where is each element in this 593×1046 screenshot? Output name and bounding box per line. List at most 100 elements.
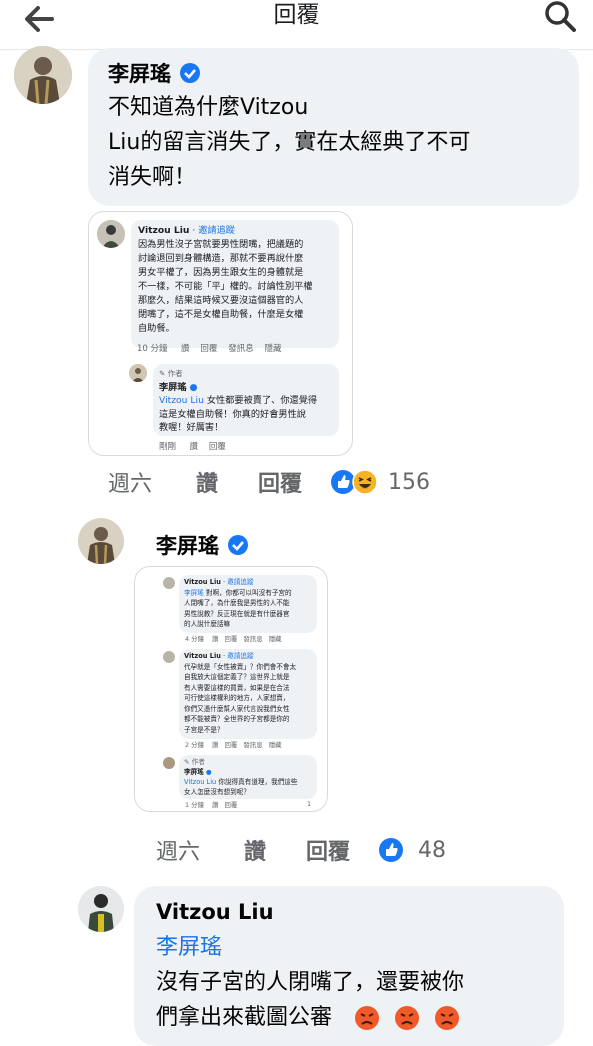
comment-line: 沒有子宮的人閉嘴了，還要被你 (156, 970, 465, 995)
comment-image[interactable]: Vitzou Liu · 邀請追蹤 因為男性沒子宮就要男性閉嘴，把議題的 討論退… (88, 211, 353, 456)
author-name[interactable]: 李屏瑤 (108, 58, 171, 88)
search-icon (545, 1, 576, 32)
like-button[interactable]: 讚 (196, 466, 258, 498)
mini-like: 讚 (189, 442, 199, 452)
mini-hide: 隱藏 (268, 741, 282, 749)
search-button[interactable] (543, 0, 583, 36)
comment-actions: 週六 讚 回覆 156 (108, 466, 430, 498)
author-badge-label: 作者 (191, 758, 205, 766)
comment-bubble: Vitzou Liu 李屏瑤 沒有子宮的人閉嘴了，還要被你 們拿出來截圖公審 (134, 886, 564, 1046)
comment-line: 消失啊！ (108, 165, 197, 190)
mini-line: 對啊，你都可以叫沒有子宮的 (205, 588, 292, 597)
mini-author: Vitzou Liu (184, 578, 221, 586)
author-badge: ✎ 作者 (184, 758, 205, 766)
mini-line: 因為男性沒子宮就要男性閉嘴，把議題的 (138, 239, 304, 250)
mini-comment-bubble: Vitzou Liu · 邀請追蹤 代孕就是「女性被賣」？你們會不會太 自我放大… (179, 649, 317, 739)
mention-link: 李屏瑤 (184, 588, 204, 597)
reaction-summary[interactable]: 48 (378, 837, 446, 863)
comment-bubble: 李屏瑤 不知道為什麼Vitzou Liu的留言消失了，實在太經典了不可 消失啊！ (88, 48, 579, 206)
laugh-reaction-icon (352, 469, 378, 495)
mini-comment-bubble: Vitzou Liu · 邀請追蹤 李屏瑤 對啊，你都可以叫沒有子宮的 人閉嘴了… (179, 575, 317, 633)
mention-link[interactable]: 李屏瑤 (156, 930, 464, 965)
mini-line: 都不能被賣？全世界的子宮都是你的 (184, 715, 290, 723)
mini-author: Vitzou Liu (138, 225, 190, 236)
avatar[interactable] (14, 46, 72, 104)
angry-emoji-icon (435, 1005, 460, 1030)
mini-time: 2 分鐘 (185, 741, 204, 749)
mini-line: 的人說什麼話嘛 (184, 620, 231, 628)
author-name[interactable]: Vitzou Liu (156, 900, 274, 924)
avatar (97, 220, 125, 248)
mini-line: 人閉嘴了，為什麼我是男性的人不能 (184, 599, 290, 607)
mention-link: Vitzou Liu (159, 395, 204, 406)
avatar (129, 364, 147, 382)
mini-reply: 回覆 (200, 344, 218, 354)
mini-reply-bubble: ✎ 作者 李屏瑤 ● Vitzou Liu 你說得真有道理，我們這些 女人怎麼沒… (179, 755, 317, 799)
mini-line: 不一樣，不可能「平」權的。討論性別平權 (138, 281, 313, 292)
mini-verified-icon: ● (205, 768, 212, 776)
mini-time: 4 分鐘 (185, 635, 204, 643)
avatar (163, 757, 175, 769)
mini-reply: 回覆 (224, 635, 238, 643)
verified-badge-icon (228, 535, 248, 555)
comment-author: 李屏瑤 (108, 58, 201, 88)
angry-emoji-icon (355, 1005, 380, 1030)
mini-line: 自我放大這個定義了？這世界上就是 (184, 673, 290, 681)
mini-line: 你們又憑什麼幫人家代言說我們女性 (184, 704, 290, 713)
page-title: 回覆 (273, 2, 320, 28)
comment-line-text: 們拿出來截圖公審 (156, 1005, 333, 1030)
comment-text: 李屏瑤 沒有子宮的人閉嘴了，還要被你 們拿出來截圖公審 (156, 930, 464, 1035)
mini-meta: 剛剛 讚 回覆 (159, 440, 226, 452)
mini-line: 那麼久，結果這時候又要沒這個器官的人 (138, 295, 304, 306)
reply-button[interactable]: 回覆 (306, 834, 378, 866)
comment-actions: 週六 讚 回覆 48 (156, 834, 446, 866)
mini-reply: 回覆 (224, 801, 238, 809)
reply-button[interactable]: 回覆 (258, 466, 330, 498)
mini-like: 讚 (212, 635, 219, 643)
mini-hide: 隱藏 (268, 635, 282, 643)
mini-line: 代孕就是「女性被賣」？你們會不會太 (184, 662, 297, 671)
verified-badge-icon (180, 63, 200, 83)
avatar (163, 651, 175, 663)
author-badge: ✎ 作者 (159, 369, 183, 378)
comment-line: 不知道為什麼Vitzou (108, 95, 309, 120)
comment-author: 李屏瑤 (156, 530, 249, 560)
author-name[interactable]: 李屏瑤 (156, 530, 219, 560)
mini-line: 你說得真有道理，我們這些 (218, 778, 298, 786)
comment-author: Vitzou Liu (156, 900, 274, 924)
comment-line: 們拿出來截圖公審 (156, 1000, 464, 1035)
mini-author: 李屏瑤 (159, 381, 187, 393)
mini-like: 讚 (181, 344, 190, 354)
invite-follow-link: 邀請追蹤 (198, 225, 235, 236)
like-reaction-icon (379, 838, 403, 862)
mini-line: 女人怎麼沒有想到呢？ (184, 788, 250, 796)
mini-like: 讚 (212, 801, 219, 809)
reaction-count: 48 (418, 837, 446, 863)
author-badge-label: 作者 (167, 369, 183, 378)
invite-follow-link: 邀請追蹤 (227, 578, 254, 586)
mini-line: 教喔！好厲害！ (159, 422, 224, 433)
mini-hide: 隱藏 (264, 344, 282, 354)
reaction-summary[interactable]: 156 (330, 469, 430, 495)
mention-link: Vitzou Liu (184, 778, 217, 786)
mini-line: 可行使這樣權利的地方，人家想賣， (184, 694, 290, 702)
mini-message: 發訊息 (243, 635, 263, 643)
mini-message: 發訊息 (243, 741, 263, 749)
mini-meta: 4 分鐘 讚 回覆 發訊息 隱藏 (185, 634, 281, 643)
mini-author: Vitzou Liu (184, 652, 221, 660)
comment-time: 週六 (156, 840, 201, 865)
mini-line: 女性都要被賣了、你還覺得 (206, 395, 318, 406)
mini-reply: 回覆 (224, 741, 238, 749)
comment-time: 週六 (108, 472, 153, 497)
comment-image[interactable]: Vitzou Liu · 邀請追蹤 李屏瑤 對啊，你都可以叫沒有子宮的 人閉嘴了… (134, 566, 328, 812)
mini-reaction-count: 1 (307, 800, 312, 808)
like-button[interactable]: 讚 (244, 834, 306, 866)
mini-time: 10 分鐘 (137, 344, 168, 354)
avatar[interactable] (78, 886, 124, 932)
mini-line: 男女平權了，因為男生跟女生的身體就是 (138, 267, 304, 278)
comment-line: Liu的留言消失了，實在太經典了不可 (108, 130, 471, 155)
mini-time: 剛剛 (159, 442, 177, 452)
invite-follow-link: 邀請追蹤 (227, 652, 254, 660)
angry-emoji-icon (395, 1005, 420, 1030)
avatar[interactable] (78, 518, 124, 564)
